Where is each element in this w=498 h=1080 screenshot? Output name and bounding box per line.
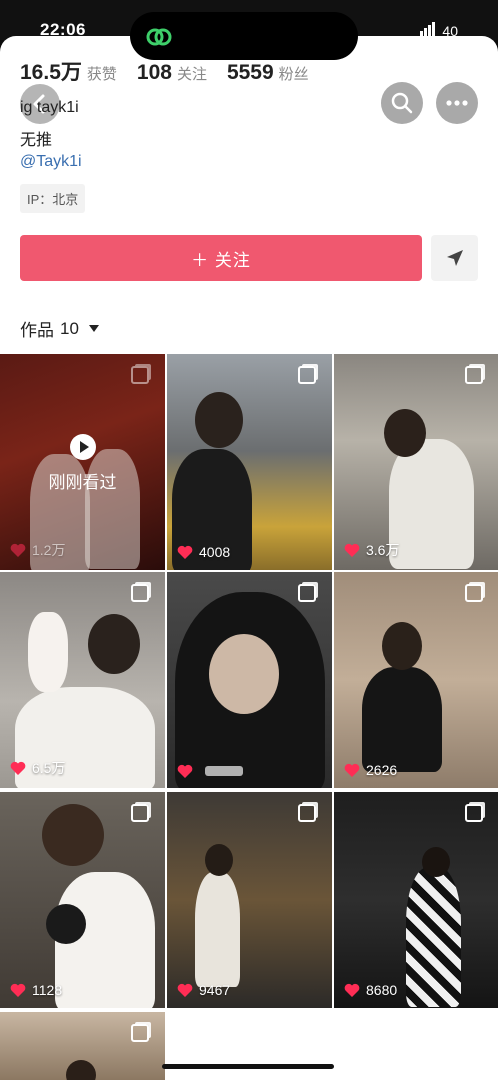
works-tab-label: 作品: [20, 321, 54, 340]
followers-count[interactable]: 5559: [227, 61, 274, 85]
likes-label: 获赞: [86, 66, 117, 83]
more-button[interactable]: [436, 82, 478, 124]
heart-icon: [344, 763, 360, 777]
tab-works[interactable]: 作品 10: [20, 316, 99, 341]
like-count-value: 2626: [366, 762, 398, 778]
multi-image-icon: [131, 584, 149, 602]
photo-subject: [362, 667, 442, 772]
video-tile-4[interactable]: 6.5万: [0, 572, 165, 788]
photo-subject-head: [195, 392, 243, 448]
video-tile-1[interactable]: 刚刚看过 1.2万: [0, 354, 165, 570]
bio-line-2: 无推: [20, 132, 53, 149]
multi-image-icon: [465, 584, 483, 602]
photo-subject-face: [209, 634, 279, 714]
photo-subject-head: [205, 844, 233, 876]
caret-down-icon: [88, 325, 99, 332]
heart-icon: [10, 761, 26, 775]
video-tile-10[interactable]: [0, 1012, 165, 1080]
cat-figure: [46, 904, 86, 944]
multi-image-icon: [465, 366, 483, 384]
video-tile-6[interactable]: 2626: [334, 572, 498, 788]
photo-subject-head: [384, 409, 426, 457]
following-count[interactable]: 108: [137, 61, 172, 85]
heart-icon: [10, 983, 26, 997]
photo-subject: [195, 872, 240, 987]
like-count: 2626: [344, 762, 397, 778]
play-icon: [69, 434, 96, 460]
multi-image-icon: [298, 804, 316, 822]
works-count: 10: [60, 318, 79, 338]
like-count: 6.5万: [10, 758, 65, 778]
photo-subject-head: [42, 804, 104, 866]
video-tile-5[interactable]: [167, 572, 332, 788]
heart-icon: [177, 764, 193, 778]
heart-icon: [177, 983, 193, 997]
multi-image-icon: [131, 804, 149, 822]
video-tile-2[interactable]: 4008: [167, 354, 332, 570]
like-count: 4008: [177, 544, 230, 560]
like-count-value: 1.2万: [32, 542, 66, 558]
heart-icon: [344, 543, 360, 557]
dynamic-island: [130, 12, 358, 60]
photo-subject: [389, 439, 474, 569]
multi-image-icon: [298, 366, 316, 384]
blurred-count: [205, 766, 243, 776]
recently-viewed-overlay: 刚刚看过: [0, 434, 165, 493]
like-count-value: 9467: [199, 982, 231, 998]
home-indicator[interactable]: [162, 1064, 334, 1069]
video-tile-9[interactable]: 8680: [334, 792, 498, 1008]
photo-subject: [406, 867, 461, 1007]
photo-subject-head: [422, 847, 450, 877]
multi-image-icon: [298, 584, 316, 602]
like-count-value: 4008: [199, 544, 231, 560]
share-button[interactable]: [431, 235, 478, 281]
like-count-value: 8680: [366, 982, 398, 998]
followers-label[interactable]: 粉丝: [279, 63, 309, 84]
multi-image-icon: [465, 804, 483, 822]
cat-figure: [28, 612, 68, 692]
follow-button[interactable]: ＋ 关注: [20, 235, 422, 281]
photo-subject-head: [382, 622, 422, 670]
profile-stats: 16.5万 获赞 108 关注 5559 粉丝: [20, 56, 329, 86]
likes-count: 16.5万: [20, 61, 82, 84]
search-button[interactable]: [381, 82, 423, 124]
video-tile-3[interactable]: 3.6万: [334, 354, 498, 570]
like-count: 3.6万: [344, 540, 399, 560]
profile-sheet: 16.5万 获赞 108 关注 5559 粉丝 ig tayk1i 无推 @Ta…: [0, 36, 498, 1080]
bio-line-1: ig tayk1i: [20, 99, 79, 116]
send-icon: [446, 250, 463, 266]
like-count-value: 3.6万: [366, 542, 400, 558]
heart-icon: [344, 983, 360, 997]
photo-subject-head: [66, 1060, 96, 1080]
watermark: @Drug_add1: [410, 1057, 488, 1072]
like-count-value: 1128: [32, 982, 63, 998]
app-link-icon: [146, 28, 172, 46]
photo-subject-head: [88, 614, 140, 674]
heart-icon: [10, 543, 26, 557]
video-tile-7[interactable]: 1128: [0, 792, 165, 1008]
profile-handle[interactable]: @Tayk1i: [20, 153, 82, 171]
like-count: [177, 764, 243, 778]
recently-viewed-label: 刚刚看过: [48, 473, 117, 492]
video-tile-8[interactable]: 9467: [167, 792, 332, 1008]
like-count: 9467: [177, 982, 230, 998]
multi-image-icon: [131, 366, 149, 384]
following-label[interactable]: 关注: [177, 63, 207, 84]
more-dots-icon: [446, 100, 468, 106]
heart-icon: [177, 545, 193, 559]
ip-location-tag: IP：北京: [20, 184, 86, 213]
like-count: 1128: [10, 982, 62, 998]
like-count: 1.2万: [10, 540, 65, 560]
multi-image-icon: [131, 1024, 149, 1042]
search-icon: [391, 92, 413, 114]
like-count: 8680: [344, 982, 397, 998]
like-count-value: 6.5万: [32, 760, 66, 776]
